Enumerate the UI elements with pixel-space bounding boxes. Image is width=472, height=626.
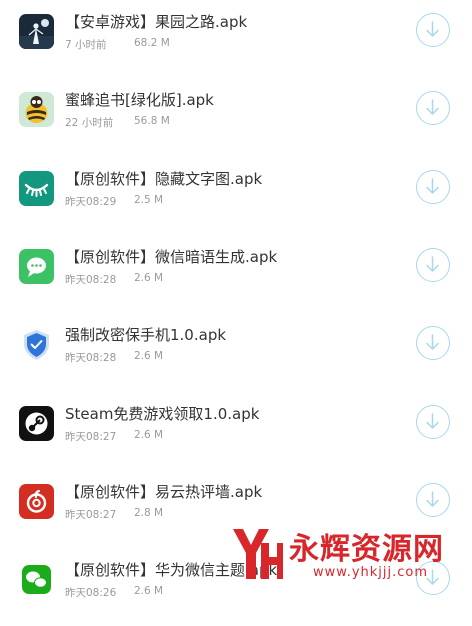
- file-time: 昨天08:26: [65, 587, 117, 599]
- file-size: 2.6 M: [134, 350, 164, 362]
- file-name: 【原创软件】易云热评墙.apk: [65, 483, 263, 501]
- list-item[interactable]: 【安卓游戏】果园之路.apk 7 小时前 68.2 M: [0, 0, 472, 78]
- file-size: 56.8 M: [134, 115, 170, 127]
- download-button[interactable]: [416, 483, 450, 517]
- file-name: 强制改密保手机1.0.apk: [65, 326, 227, 344]
- file-size: 2.6 M: [134, 585, 164, 597]
- file-time: 7 小时前: [65, 39, 107, 51]
- file-name: 【原创软件】隐藏文字图.apk: [65, 170, 263, 188]
- watermark-text: 永辉资源网: [289, 532, 444, 567]
- file-name: 【安卓游戏】果园之路.apk: [65, 13, 248, 31]
- wechat-icon: [19, 562, 54, 597]
- file-name: Steam免费游戏领取1.0.apk: [65, 405, 260, 423]
- game-girl-icon: [19, 14, 54, 49]
- file-time: 昨天08:27: [65, 509, 117, 521]
- download-button[interactable]: [416, 91, 450, 125]
- download-button[interactable]: [416, 13, 450, 47]
- steam-icon: [19, 406, 54, 441]
- netease-music-icon: [19, 484, 54, 519]
- list-item[interactable]: Steam免费游戏领取1.0.apk 昨天08:27 2.6 M: [0, 392, 472, 470]
- download-arrow-icon: [426, 413, 439, 429]
- bee-reader-icon: [19, 92, 54, 127]
- file-time: 22 小时前: [65, 117, 114, 129]
- file-size: 2.8 M: [134, 507, 164, 519]
- file-time: 昨天08:28: [65, 352, 117, 364]
- list-item[interactable]: 蜜蜂追书[绿化版].apk 22 小时前 56.8 M: [0, 78, 472, 156]
- download-arrow-icon: [426, 334, 439, 350]
- file-time: 昨天08:29: [65, 196, 117, 208]
- eye-closed-icon: [19, 171, 54, 206]
- file-size: 2.6 M: [134, 272, 164, 284]
- chat-bubble-icon: [19, 249, 54, 284]
- file-size: 68.2 M: [134, 37, 170, 49]
- download-arrow-icon: [426, 491, 439, 507]
- file-size: 2.6 M: [134, 429, 164, 441]
- watermark-url: www.yhkjjj.com: [313, 565, 429, 580]
- list-item[interactable]: 【原创软件】微信暗语生成.apk 昨天08:28 2.6 M: [0, 235, 472, 313]
- download-arrow-icon: [426, 21, 439, 37]
- download-arrow-icon: [426, 178, 439, 194]
- download-button[interactable]: [416, 248, 450, 282]
- shield-icon: [19, 327, 54, 362]
- download-arrow-icon: [426, 256, 439, 272]
- download-button[interactable]: [416, 405, 450, 439]
- download-button[interactable]: [416, 326, 450, 360]
- file-time: 昨天08:27: [65, 431, 117, 443]
- watermark: 永辉资源网 www.yhkjjj.com: [225, 523, 472, 585]
- file-name: 【原创软件】微信暗语生成.apk: [65, 248, 278, 266]
- file-name: 蜜蜂追书[绿化版].apk: [65, 91, 214, 109]
- watermark-logo-icon: [233, 529, 283, 579]
- file-time: 昨天08:28: [65, 274, 117, 286]
- list-item[interactable]: 【原创软件】隐藏文字图.apk 昨天08:29 2.5 M: [0, 157, 472, 235]
- file-size: 2.5 M: [134, 194, 164, 206]
- list-item[interactable]: 强制改密保手机1.0.apk 昨天08:28 2.6 M: [0, 313, 472, 391]
- download-arrow-icon: [426, 99, 439, 115]
- download-button[interactable]: [416, 170, 450, 204]
